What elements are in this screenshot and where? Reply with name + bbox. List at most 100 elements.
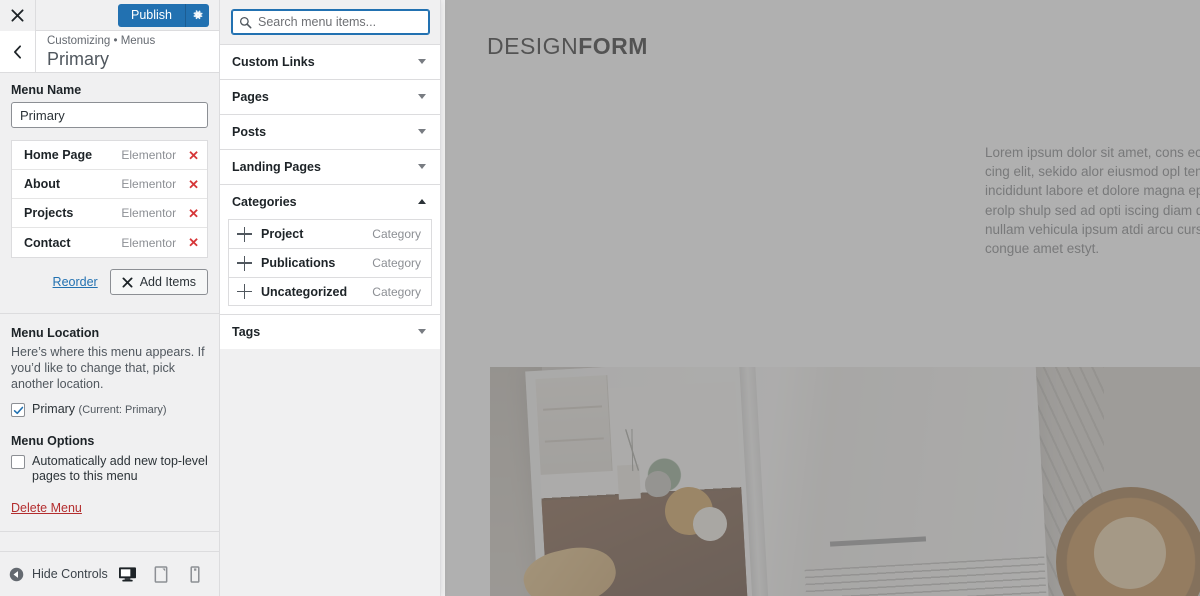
close-customizer-button[interactable] bbox=[0, 0, 36, 31]
primary-location-checkbox[interactable] bbox=[11, 403, 25, 417]
preview-paragraph: Lorem ipsum dolor sit amet, cons ectet a… bbox=[985, 145, 1200, 257]
delete-menu-item-icon[interactable]: ✕ bbox=[188, 207, 199, 220]
accordion-header-posts[interactable]: Posts bbox=[220, 115, 440, 149]
plus-icon bbox=[237, 226, 252, 242]
menu-item-source: Elementor bbox=[121, 206, 177, 220]
delete-menu-item-icon[interactable]: ✕ bbox=[188, 236, 199, 249]
accordion-header-landing-pages[interactable]: Landing Pages bbox=[220, 150, 440, 184]
available-item-row[interactable]: Publications Category bbox=[228, 248, 432, 277]
close-icon bbox=[11, 8, 24, 22]
search-wrapper bbox=[220, 0, 440, 44]
site-logo[interactable]: DESIGNFORM bbox=[487, 33, 648, 60]
desktop-preview-button[interactable] bbox=[117, 564, 137, 584]
menu-list-actions: Reorder Add Items bbox=[11, 269, 208, 295]
menu-location-checkbox-row[interactable]: Primary (Current: Primary) bbox=[11, 402, 208, 418]
panel-title-texts: Customizing • Menus Primary bbox=[36, 35, 155, 69]
delete-menu-item-icon[interactable]: ✕ bbox=[188, 149, 199, 162]
breadcrumb: Customizing • Menus bbox=[47, 34, 156, 47]
plus-icon bbox=[237, 255, 252, 271]
search-box[interactable] bbox=[231, 9, 430, 35]
available-items-accordion: Custom Links Pages Posts Landing Pages C… bbox=[220, 44, 440, 596]
available-menu-items-panel: Custom Links Pages Posts bbox=[220, 0, 441, 596]
accordion-section-pages: Pages bbox=[220, 79, 440, 114]
chevron-down-icon bbox=[418, 94, 426, 99]
menu-location-title: Menu Location bbox=[11, 326, 100, 340]
hero-image bbox=[490, 367, 1200, 596]
chevron-left-icon bbox=[14, 44, 21, 59]
menu-item-source: Elementor bbox=[121, 177, 177, 191]
menu-item-row[interactable]: About Elementor ✕ bbox=[12, 170, 207, 199]
check-icon bbox=[13, 406, 23, 414]
menu-item-name: Contact bbox=[24, 235, 71, 250]
available-item-type: Category bbox=[372, 284, 421, 299]
chevron-down-icon bbox=[418, 329, 426, 334]
search-icon bbox=[239, 16, 252, 29]
menu-item-row[interactable]: Projects Elementor ✕ bbox=[12, 199, 207, 228]
menu-item-row[interactable]: Contact Elementor ✕ bbox=[12, 228, 207, 257]
gear-icon bbox=[193, 10, 203, 20]
menu-item-name: Projects bbox=[24, 206, 74, 220]
accordion-header-custom-links[interactable]: Custom Links bbox=[220, 45, 440, 79]
customizer-sidebar: Publish Customizing • Menus Primary Menu… bbox=[0, 0, 220, 596]
auto-add-pages-row[interactable]: Automatically add new top-level pages to… bbox=[11, 454, 208, 484]
plus-icon bbox=[237, 284, 252, 299]
mobile-icon bbox=[190, 565, 200, 583]
accordion-header-tags[interactable]: Tags bbox=[220, 315, 440, 349]
delete-menu-item-icon[interactable]: ✕ bbox=[188, 178, 199, 191]
accordion-title: Categories bbox=[232, 194, 297, 209]
device-preview-buttons bbox=[117, 564, 209, 584]
reorder-link[interactable]: Reorder bbox=[53, 275, 98, 289]
menu-name-label: Menu Name bbox=[11, 83, 82, 97]
page-title: Primary bbox=[47, 48, 109, 69]
hide-controls-button[interactable]: Hide Controls bbox=[9, 567, 117, 582]
menu-location-description: Here’s where this menu appears. If you’d… bbox=[11, 345, 205, 391]
menu-items-list: Home Page Elementor ✕ About Elementor ✕ … bbox=[11, 140, 208, 258]
auto-add-pages-label: Automatically add new top-level pages to… bbox=[32, 454, 208, 483]
mobile-preview-button[interactable] bbox=[185, 564, 205, 584]
accordion-title: Tags bbox=[232, 324, 261, 339]
sidebar-panel-title-bar: Customizing • Menus Primary bbox=[0, 31, 219, 73]
accordion-title: Landing Pages bbox=[232, 159, 321, 174]
tablet-preview-button[interactable] bbox=[151, 564, 171, 584]
section-divider-bottom bbox=[0, 531, 219, 532]
collapse-arrow-icon bbox=[9, 567, 24, 581]
accordion-title: Custom Links bbox=[232, 54, 315, 69]
chevron-down-icon bbox=[418, 59, 426, 64]
chevron-down-icon bbox=[418, 164, 426, 169]
accordion-body-categories: Project Category Publications Category U… bbox=[220, 219, 440, 314]
site-preview-frame[interactable]: DESIGNFORM Lorem ipsum dolor sit amet, c… bbox=[445, 0, 1200, 596]
delete-menu-link[interactable]: Delete Menu bbox=[11, 501, 82, 515]
menu-location-checkbox-label: Primary (Current: Primary) bbox=[32, 402, 167, 418]
search-input[interactable] bbox=[258, 10, 429, 34]
available-item-name: Uncategorized bbox=[261, 284, 348, 299]
available-item-row[interactable]: Project Category bbox=[228, 219, 432, 248]
back-button[interactable] bbox=[0, 31, 36, 72]
tablet-icon bbox=[154, 565, 168, 583]
accordion-title: Pages bbox=[232, 89, 269, 104]
accordion-section-tags: Tags bbox=[220, 314, 440, 349]
accordion-header-categories[interactable]: Categories bbox=[220, 185, 440, 219]
menu-item-source: Elementor bbox=[121, 148, 177, 162]
sidebar-scroll-area[interactable]: Menu Name Home Page Elementor ✕ About El… bbox=[0, 73, 219, 551]
add-items-button[interactable]: Add Items bbox=[109, 269, 208, 295]
site-logo-bold: FORM bbox=[578, 33, 648, 59]
sidebar-header: Publish bbox=[0, 0, 219, 31]
accordion-header-pages[interactable]: Pages bbox=[220, 80, 440, 114]
publish-settings-button[interactable] bbox=[185, 3, 209, 27]
accordion-section-landing-pages: Landing Pages bbox=[220, 149, 440, 184]
preview-site-content: DESIGNFORM Lorem ipsum dolor sit amet, c… bbox=[445, 0, 1200, 596]
location-name: Primary bbox=[32, 402, 76, 416]
header-actions: Publish bbox=[36, 3, 219, 27]
menu-name-input[interactable] bbox=[11, 102, 208, 128]
publish-button[interactable]: Publish bbox=[118, 3, 185, 27]
menu-location-section: Menu Location Here’s where this menu app… bbox=[0, 314, 219, 515]
menu-item-row[interactable]: Home Page Elementor ✕ bbox=[12, 141, 207, 170]
publish-group: Publish bbox=[118, 3, 209, 27]
site-logo-light: DESIGN bbox=[487, 33, 579, 59]
hide-controls-label: Hide Controls bbox=[32, 567, 108, 581]
accordion-title: Posts bbox=[232, 124, 267, 139]
chevron-down-icon bbox=[418, 129, 426, 134]
available-item-row[interactable]: Uncategorized Category bbox=[228, 277, 432, 306]
available-item-type: Category bbox=[372, 256, 421, 270]
auto-add-pages-checkbox[interactable] bbox=[11, 455, 25, 469]
